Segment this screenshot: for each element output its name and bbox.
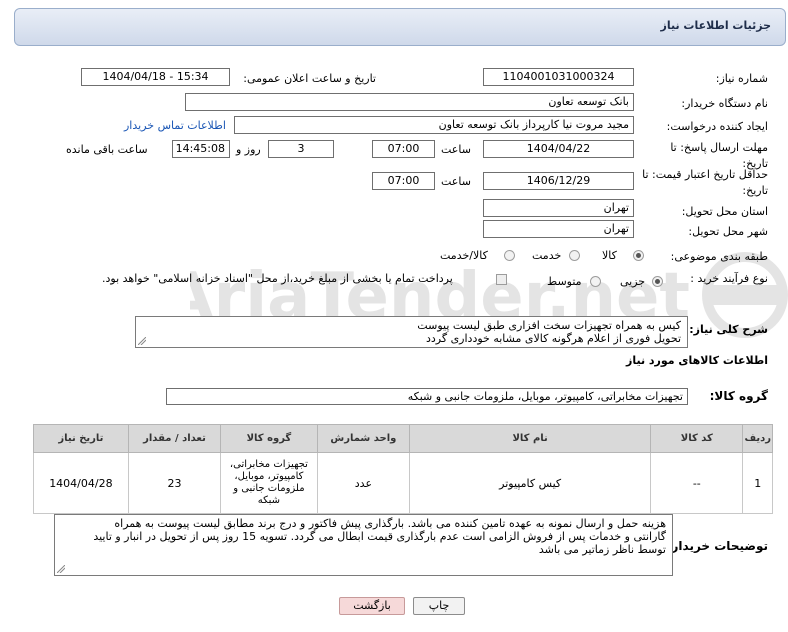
category-label: طبقه بندی موضوعی: [670,250,768,263]
process-option-minor: جزیی [620,275,646,288]
city-label: شهر محل تحویل: [688,225,768,238]
back-button[interactable]: بازگشت [339,597,405,615]
category-option-both: کالا/خدمت [440,249,488,262]
col-group: گروه کالا [220,424,318,453]
need-number-field[interactable]: 1104001031000324 [483,68,634,86]
remaining-label: ساعت باقی مانده [66,143,148,156]
price-validity-label: حداقل تاریخ اعتبار قیمت: تا تاریخ: [642,168,768,197]
category-radio-goods[interactable] [633,250,644,261]
summary-label: شرح کلی نیاز: [689,323,768,336]
send-date-field[interactable]: 1404/04/22 [483,140,634,158]
announce-label: تاریخ و ساعت اعلان عمومی: [243,72,376,85]
province-label: استان محل تحویل: [681,205,768,218]
table-row[interactable]: 1 -- کیس کامپیوتر عدد تجهیزات مخابراتی، … [33,452,773,514]
need-number-label: شماره نیاز: [715,72,768,85]
creator-label: ایجاد کننده درخواست: [666,120,768,133]
col-row: ردیف [742,424,773,453]
cell-need-date: 1404/04/28 [33,452,129,514]
treasury-payment-checkbox[interactable] [496,274,507,285]
print-button[interactable]: چاپ [413,597,465,615]
buyer-org-label: نام دستگاه خریدار: [681,97,768,110]
page-header: جزئیات اطلاعات نیاز [14,8,786,46]
resize-grip-icon[interactable] [57,565,65,573]
days-label: روز و [236,143,261,156]
payment-note: پرداخت تمام یا بخشی از مبلغ خرید،از محل … [102,272,453,285]
buyer-notes-label: توضیحات خریدار: [666,539,768,553]
cell-quantity: 23 [127,452,222,514]
category-option-goods: کالا [602,249,617,262]
city-field[interactable]: تهران [483,220,634,238]
summary-line-1: کیس به همراه تجهیزات سخت افزاری طبق لیست… [417,319,681,332]
cell-name: کیس کامپیوتر [409,452,652,514]
category-radio-service[interactable] [569,250,580,261]
process-radio-medium[interactable] [590,276,601,287]
remaining-time-field[interactable]: 14:45:08 [172,140,230,158]
buyer-notes-line-2: گارانتی و خدمات پس از فروش الزامی است عد… [93,530,666,543]
col-unit: واحد شمارش [316,424,411,453]
province-field[interactable]: تهران [483,199,634,217]
cell-code: -- [650,452,744,514]
goods-group-label: گروه کالا: [709,389,768,403]
resize-grip-icon[interactable] [138,337,146,345]
col-name: نام کالا [409,424,652,453]
items-table: ردیف کد کالا نام کالا واحد شمارش گروه کا… [33,424,773,514]
contact-info-link[interactable]: اطلاعات تماس خریدار [124,119,226,132]
col-code: کد کالا [650,424,744,453]
col-need-date: تاریخ نیاز [33,424,129,453]
cell-group: تجهیزات مخابراتی، کامپیوتر، موبایل، ملزو… [220,452,318,514]
category-option-service: خدمت [532,249,562,262]
table-header-row: ردیف کد کالا نام کالا واحد شمارش گروه کا… [33,424,773,453]
buyer-notes-line-1: هزینه حمل و ارسال نمونه به عهده تامین کن… [114,517,666,530]
buyer-notes-line-3: توسط ناظر زماتیر می باشد [538,543,666,556]
send-time-label: ساعت [441,143,471,156]
category-radio-both[interactable] [504,250,515,261]
creator-field[interactable]: مجید مروت نیا کارپرداز بانک توسعه تعاون [234,116,634,134]
goods-section-title: اطلاعات کالاهای مورد نیاز [626,354,768,367]
price-date-field[interactable]: 1406/12/29 [483,172,634,190]
summary-line-2: تحویل فوری از اعلام هرگونه کالای مشابه خ… [425,332,681,345]
announce-field[interactable]: 1404/04/18 - 15:34 [81,68,230,86]
summary-textarea[interactable]: کیس به همراه تجهیزات سخت افزاری طبق لیست… [135,316,688,348]
process-radio-minor[interactable] [652,276,663,287]
page-title: جزئیات اطلاعات نیاز [660,19,772,32]
process-label: نوع فرآیند خرید : [690,272,768,285]
send-time-field[interactable]: 07:00 [372,140,435,158]
cell-unit: عدد [316,452,411,514]
buyer-notes-textarea[interactable]: هزینه حمل و ارسال نمونه به عهده تامین کن… [54,514,673,576]
col-quantity: تعداد / مقدار [127,424,222,453]
cell-row: 1 [742,452,773,514]
days-field[interactable]: 3 [268,140,334,158]
process-option-medium: متوسط [547,275,582,288]
price-time-label: ساعت [441,175,471,188]
price-time-field[interactable]: 07:00 [372,172,435,190]
buyer-org-field[interactable]: بانک توسعه تعاون [185,93,634,111]
goods-group-field[interactable]: تجهیزات مخابراتی، کامپیوتر، موبایل، ملزو… [166,388,688,405]
